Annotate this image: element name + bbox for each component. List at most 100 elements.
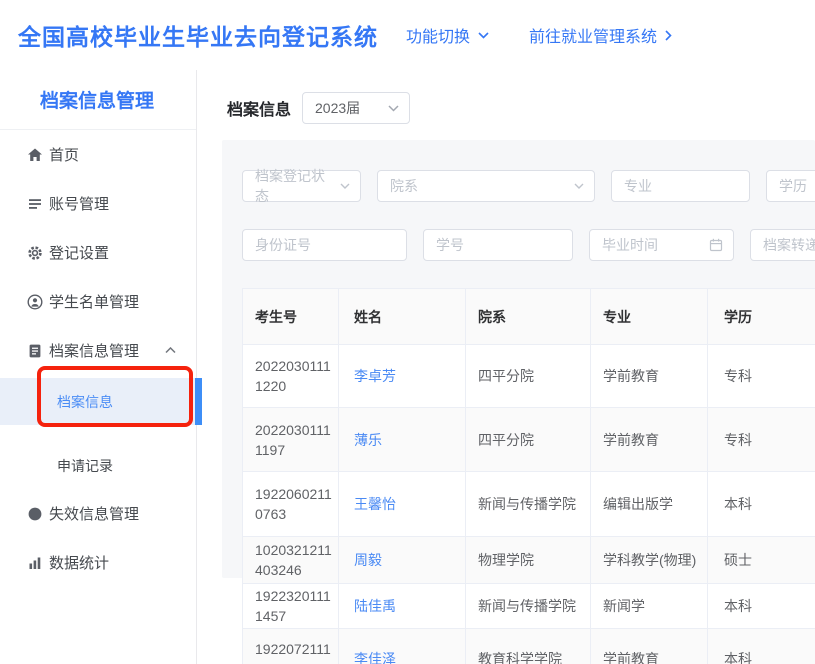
main-header: 档案信息 2023届 <box>197 70 815 124</box>
archive-status-placeholder: 档案登记状态 <box>255 166 334 206</box>
major-cell: 学科教学(物理) <box>591 537 708 584</box>
major-cell: 学前教育 <box>591 345 708 408</box>
graduation-date-picker[interactable]: 毕业时间 <box>589 229 734 261</box>
exam-no-cell: 19220721110147 <box>243 629 339 664</box>
col-header-degree: 学历 <box>708 289 815 345</box>
degree-cell: 本科 <box>708 629 815 664</box>
degree-cell: 本科 <box>708 472 815 537</box>
sidebar-item-label: 学生名单管理 <box>49 291 139 312</box>
id-number-input[interactable] <box>255 230 396 260</box>
exam-no-cell: 19223201111457 <box>243 584 339 629</box>
app-title: 全国高校毕业生毕业去向登记系统 <box>18 18 378 52</box>
table-row: 19223201111457 陆佳禹 新闻与传播学院 新闻学 本科 <box>243 584 815 629</box>
exam-no-cell: 20220301111197 <box>243 408 339 472</box>
sidebar-item-students[interactable]: 学生名单管理 <box>0 277 196 326</box>
graduation-date-placeholder: 毕业时间 <box>602 235 658 255</box>
dept-cell: 教育科学学院 <box>466 629 591 664</box>
sidebar-item-account[interactable]: 账号管理 <box>0 179 196 228</box>
sidebar-subitem-archive-info[interactable]: 档案信息 <box>0 378 196 425</box>
chevron-up-icon <box>165 347 176 354</box>
sidebar-item-label: 登记设置 <box>49 242 109 263</box>
degree-input[interactable] <box>779 171 815 201</box>
bar-chart-icon <box>27 555 43 571</box>
exam-no-cell: 20220301111220 <box>243 345 339 408</box>
goto-employment-system-link[interactable]: 前往就业管理系统 <box>529 23 672 47</box>
sidebar-subitem-apply-records[interactable]: 申请记录 <box>0 442 196 489</box>
archive-transfer-input[interactable] <box>763 230 815 260</box>
student-number-input-box <box>423 229 573 261</box>
table-row: 19220721110147 李佳泽 教育科学学院 学前教育 本科 <box>243 629 815 664</box>
circle-icon <box>27 506 43 522</box>
sidebar: 档案信息管理 首页 账号管理 <box>0 70 197 664</box>
chevron-down-icon <box>340 183 350 189</box>
calendar-icon <box>709 238 723 252</box>
archive-table: 考生号 姓名 院系 专业 学历 20220301111220 李卓芳 四平分院 <box>242 288 815 664</box>
degree-cell: 本科 <box>708 584 815 629</box>
col-header-dept: 院系 <box>466 289 591 345</box>
sidebar-subitem-label: 申请记录 <box>57 456 113 476</box>
exam-no-cell: 1020321211403246 <box>243 537 339 584</box>
document-icon <box>27 343 43 359</box>
major-input[interactable] <box>624 171 739 201</box>
student-name-link[interactable]: 陆佳禹 <box>354 598 396 614</box>
sidebar-item-label: 账号管理 <box>49 193 109 214</box>
content-panel: 档案登记状态 院系 <box>222 140 815 578</box>
table-header-row: 考生号 姓名 院系 专业 学历 <box>243 289 815 345</box>
major-cell: 学前教育 <box>591 408 708 472</box>
dept-cell: 新闻与传播学院 <box>466 472 591 537</box>
student-name-link[interactable]: 薄乐 <box>354 432 382 448</box>
filter-row-1: 档案登记状态 院系 <box>242 170 815 202</box>
degree-input-box <box>766 170 815 202</box>
major-cell: 学前教育 <box>591 629 708 664</box>
sidebar-item-archive-management[interactable]: 档案信息管理 <box>0 326 196 375</box>
student-name-link[interactable]: 李佳泽 <box>354 651 396 664</box>
degree-cell: 硕士 <box>708 537 815 584</box>
gear-icon <box>27 245 43 261</box>
dept-cell: 四平分院 <box>466 408 591 472</box>
function-switch-label: 功能切换 <box>406 23 470 47</box>
active-item-indicator <box>195 378 202 425</box>
filter-row-2: 毕业时间 <box>242 229 815 261</box>
chevron-down-icon <box>388 105 399 112</box>
archive-status-select[interactable]: 档案登记状态 <box>242 170 361 202</box>
degree-cell: 专科 <box>708 408 815 472</box>
sidebar-title: 档案信息管理 <box>0 70 196 130</box>
student-name-link[interactable]: 王馨怡 <box>354 496 396 512</box>
exam-no-cell: 19220602110763 <box>243 472 339 537</box>
student-number-input[interactable] <box>436 230 562 260</box>
sidebar-item-statistics[interactable]: 数据统计 <box>0 538 196 587</box>
student-name-link[interactable]: 周毅 <box>354 552 382 568</box>
sidebar-item-label: 首页 <box>49 144 79 165</box>
sidebar-item-label: 档案信息管理 <box>49 340 139 361</box>
topbar-nav: 功能切换 前往就业管理系统 <box>406 23 672 47</box>
department-placeholder: 院系 <box>390 176 418 196</box>
col-header-name: 姓名 <box>339 289 466 345</box>
dept-cell: 四平分院 <box>466 345 591 408</box>
list-icon <box>27 196 43 212</box>
page-title: 档案信息 <box>227 96 291 120</box>
sidebar-item-home[interactable]: 首页 <box>0 130 196 179</box>
student-name-link[interactable]: 李卓芳 <box>354 368 396 384</box>
sidebar-item-settings[interactable]: 登记设置 <box>0 228 196 277</box>
users-icon <box>27 294 43 310</box>
dept-cell: 物理学院 <box>466 537 591 584</box>
cohort-select-value: 2023届 <box>315 98 360 118</box>
archive-transfer-input-box <box>750 229 815 261</box>
sidebar-item-invalid-info[interactable]: 失效信息管理 <box>0 489 196 538</box>
degree-cell: 专科 <box>708 345 815 408</box>
topbar: 全国高校毕业生毕业去向登记系统 功能切换 前往就业管理系统 <box>0 0 815 70</box>
table-row: 20220301111197 薄乐 四平分院 学前教育 专科 <box>243 408 815 472</box>
chevron-right-icon <box>665 30 672 41</box>
col-header-exam-no: 考生号 <box>243 289 339 345</box>
department-select[interactable]: 院系 <box>377 170 595 202</box>
sidebar-item-label: 数据统计 <box>49 552 109 573</box>
home-icon <box>27 147 43 163</box>
chevron-down-icon <box>478 32 489 39</box>
table-row: 19220602110763 王馨怡 新闻与传播学院 编辑出版学 本科 <box>243 472 815 537</box>
cohort-select[interactable]: 2023届 <box>302 92 410 124</box>
col-header-major: 专业 <box>591 289 708 345</box>
function-switch-link[interactable]: 功能切换 <box>406 23 489 47</box>
table-row: 1020321211403246 周毅 物理学院 学科教学(物理) 硕士 <box>243 537 815 584</box>
sidebar-item-label: 失效信息管理 <box>49 503 139 524</box>
main-content: 档案信息 2023届 档案登记状态 院系 <box>197 70 815 664</box>
